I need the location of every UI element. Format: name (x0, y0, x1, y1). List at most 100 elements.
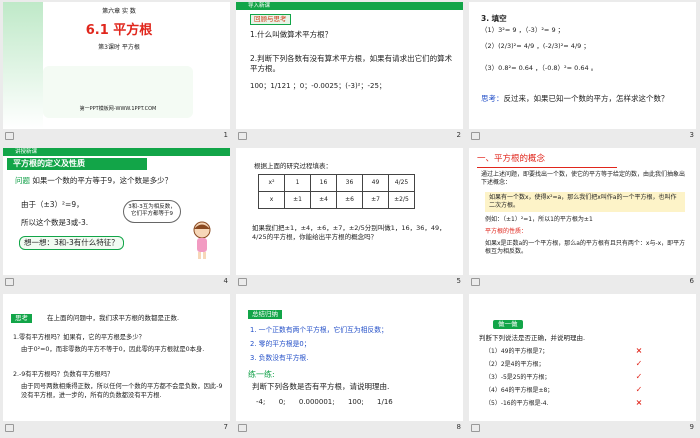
comment-icon[interactable] (471, 424, 480, 432)
judge-mark: × (635, 346, 643, 355)
slide-thumbnail[interactable]: 根据上面的研究过程填表： x² 1 16 36 49 4/25 x ±1 ±4 (236, 148, 463, 275)
slide-cell-8[interactable]: 总结归纳 1. 一个正数有两个平方根，它们互为相反数； 2. 零的平方根是0； … (233, 292, 466, 438)
table-cell: ±7 (362, 191, 389, 209)
comment-icon[interactable] (238, 424, 247, 432)
header-band (236, 2, 463, 10)
heading-underline (477, 167, 617, 168)
table-cell: ±1 (284, 191, 311, 209)
table-cell: x (258, 191, 285, 209)
slide-title: 6.1 平方根 (85, 23, 153, 38)
slide-toolbar: 3 (469, 130, 696, 143)
section-heading: 一、平方根的概念 (477, 154, 546, 164)
header-band (3, 148, 230, 156)
table-intro: 根据上面的研究过程填表： (254, 162, 332, 170)
judge-mark: ✓ (635, 359, 643, 368)
statement-item: （2）2是4的平方根； (485, 361, 545, 368)
slide-thumbnail-grid: 第六章 实 数 6.1 平方根 第3课时 平方根 第一PPT模板网-WWW.1P… (0, 0, 700, 438)
table-conclusion: 如果我们把±1，±4，±6，±7，±2/5分别叫做1，16，36，49，4/25… (252, 224, 446, 241)
slide-number: 1 (223, 131, 228, 139)
slide-toolbar: 7 (3, 422, 230, 435)
slide-number: 3 (689, 131, 694, 139)
question-1: 1.什么叫做算术平方根？ (250, 30, 333, 39)
table-cell: 49 (362, 174, 389, 192)
concept-intro: 通过上述问题，即要找出一个数，使它的平方等于给定的数，由此我们抽象出下述概念： (481, 171, 686, 187)
slide-toolbar: 8 (236, 422, 463, 435)
slide-thumbnail[interactable]: 总结归纳 1. 一个正数有两个平方根，它们互为相反数； 2. 零的平方根是0； … (236, 294, 463, 421)
slide-thumbnail[interactable]: 导入新课 回顾与思考 1.什么叫做算术平方根？ 2.判断下列各数有没有算术平方根… (236, 2, 463, 129)
slide-toolbar: 9 (469, 422, 696, 435)
comment-icon[interactable] (471, 132, 480, 140)
slide-cell-3[interactable]: 3. 填空 （1）3²= 9 ，（-3）²= 9 ； （2）(2/3)²= 4/… (466, 0, 699, 146)
comment-icon[interactable] (5, 278, 14, 286)
reason-line: 由于（±3）²=9， (21, 200, 84, 209)
comment-icon[interactable] (238, 132, 247, 140)
slide-toolbar: 6 (469, 276, 696, 289)
property-text: 如果x是正数a的一个平方根，那么a的平方根有且只有两个：x与-x，即平方根互为相… (485, 240, 686, 256)
slide-number: 7 (223, 423, 228, 431)
statement-item: （1）49的平方根是7； (485, 348, 549, 355)
problem-text: 如果一个数的平方等于9，这个数是多少？ (32, 176, 173, 185)
slide-cell-4[interactable]: 讲授新课 平方根的定义及性质 问题 如果一个数的平方等于9，这个数是多少？ 由于… (0, 146, 233, 292)
practice-label: 练一练: (248, 370, 275, 379)
slide-toolbar: 4 (3, 276, 230, 289)
mark-list: × ✓ ✓ ✓ × (629, 346, 649, 411)
speech-bubble: 3和-3互为相反数，它们平方都等于9 (123, 200, 181, 223)
number-list: 100；1/121 ；0；-0.0025；(-3)²；-25； (250, 82, 386, 90)
slide-cell-1[interactable]: 第六章 实 数 6.1 平方根 第3课时 平方根 第一PPT模板网-WWW.1P… (0, 0, 233, 146)
slide-thumbnail[interactable]: 做一做 判断下列说法是否正确，并说明理由. （1）49的平方根是7； （2）2是… (469, 294, 696, 421)
slide-thumbnail[interactable]: 第六章 实 数 6.1 平方根 第3课时 平方根 第一PPT模板网-WWW.1P… (3, 2, 230, 129)
slide-toolbar: 5 (236, 276, 463, 289)
think-label: 思考： (481, 94, 504, 103)
question-2: 2.-9有平方根吗？负数有平方根吗？ (13, 371, 114, 378)
slide-cell-2[interactable]: 导入新课 回顾与思考 1.什么叫做算术平方根？ 2.判断下列各数有没有算术平方根… (233, 0, 466, 146)
statement-item: （5）-16的平方根是-4. (485, 400, 549, 407)
slide-number: 4 (223, 277, 228, 285)
fill-line-1: （1）3²= 9 ，（-3）²= 9 ； (481, 26, 565, 34)
practice-numbers: -4; 0; 0.000001; 100; 1/16 (256, 398, 393, 406)
slide-thumbnail[interactable]: 一、平方根的概念 通过上述问题，即要找出一个数，使它的平方等于给定的数，由此我们… (469, 148, 696, 275)
comment-icon[interactable] (5, 424, 14, 432)
example-line: 例如：（±1）²=1，所以1的平方根为±1 (485, 216, 593, 223)
slide-cell-5[interactable]: 根据上面的研究过程填表： x² 1 16 36 49 4/25 x ±1 ±4 (233, 146, 466, 292)
table-cell: ±6 (336, 191, 363, 209)
comment-icon[interactable] (471, 278, 480, 286)
summary-tag: 总结归纳 (248, 310, 282, 319)
slide-cell-9[interactable]: 做一做 判断下列说法是否正确，并说明理由. （1）49的平方根是7； （2）2是… (466, 292, 699, 438)
answer-2: 由于同号两数相乘得正数，所以任何一个数的平方都不会是负数，因此-9没有平方根，进… (21, 383, 223, 399)
exercise-title: 3. 填空 (481, 14, 507, 23)
table-cell: 4/25 (388, 174, 415, 192)
summary-3: 3. 负数没有平方根. (250, 354, 309, 362)
slide-thumbnail[interactable]: 讲授新课 平方根的定义及性质 问题 如果一个数的平方等于9，这个数是多少？ 由于… (3, 148, 230, 275)
think-tag: 思考 (11, 314, 32, 323)
section-heading: 平方根的定义及性质 (7, 158, 147, 170)
header-label: 讲授新课 (15, 149, 38, 155)
practice-prompt: 判断下列各数是否有平方根，请说明理由. (252, 382, 390, 391)
think-text: 反过来，如果已知一个数的平方，怎样求这个数？ (503, 94, 669, 103)
slide-number: 6 (689, 277, 694, 285)
judge-mark: × (635, 398, 643, 407)
summary-1: 1. 一个正数有两个平方根，它们互为相反数； (250, 326, 388, 334)
slide-cell-6[interactable]: 一、平方根的概念 通过上述问题，即要找出一个数，使它的平方等于给定的数，由此我们… (466, 146, 699, 292)
activity-tag: 做一做 (493, 320, 523, 329)
judge-mark: ✓ (635, 385, 643, 394)
comment-icon[interactable] (238, 278, 247, 286)
slide-number: 9 (689, 423, 694, 431)
statement-list: （1）49的平方根是7； （2）2是4的平方根； （3）-5是25的平方根； （… (485, 348, 625, 413)
comment-icon[interactable] (5, 132, 14, 140)
answer-line: 所以这个数是3或-3. (21, 218, 89, 227)
slide-thumbnail[interactable]: 3. 填空 （1）3²= 9 ，（-3）²= 9 ； （2）(2/3)²= 4/… (469, 2, 696, 129)
girl-illustration-icon (189, 220, 215, 260)
property-title: 平方根的性质： (485, 228, 528, 235)
chapter-label: 第六章 实 数 (102, 8, 136, 15)
recall-tag: 回顾与思考 (250, 14, 291, 25)
table-cell: ±2/5 (388, 191, 415, 209)
activity-prompt: 判断下列说法是否正确，并说明理由. (479, 334, 586, 342)
table-cell: x² (258, 174, 285, 192)
square-root-table: x² 1 16 36 49 4/25 x ±1 ±4 ±6 ±7 ±2/5 (258, 174, 415, 209)
slide-thumbnail[interactable]: 思考 在上面的问题中，我们求平方根的数都是正数. 1.零有平方根吗？如果有，它的… (3, 294, 230, 421)
slide-toolbar: 2 (236, 130, 463, 143)
question-1: 1.零有平方根吗？如果有，它的平方根是多少？ (13, 334, 145, 341)
judge-mark: ✓ (635, 372, 643, 381)
table-cell: 1 (284, 174, 311, 192)
slide-cell-7[interactable]: 思考 在上面的问题中，我们求平方根的数都是正数. 1.零有平方根吗？如果有，它的… (0, 292, 233, 438)
